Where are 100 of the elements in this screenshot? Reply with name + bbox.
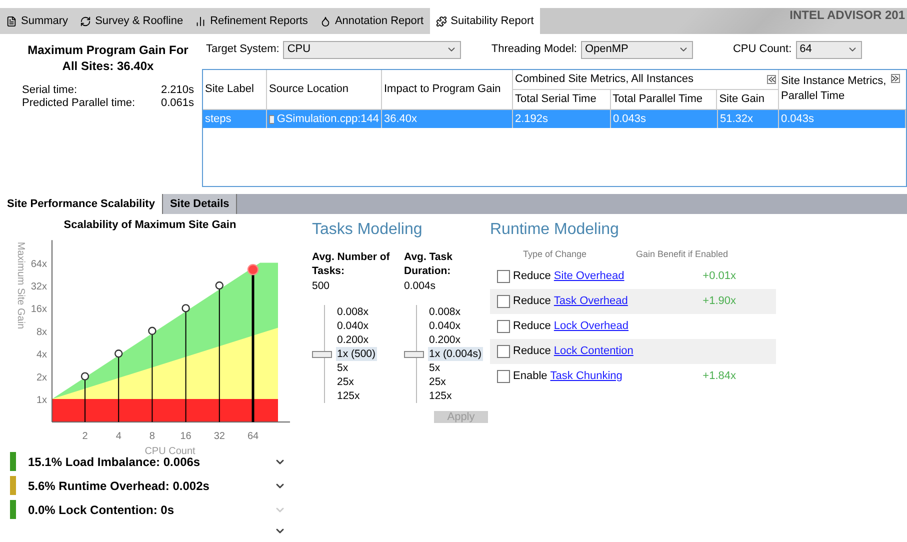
column-header[interactable]: Total Serial Time [513, 90, 611, 109]
x-tick-label: 64 [247, 430, 259, 442]
slider-tick-label: 5x [336, 360, 350, 375]
y-tick-label: 1x [36, 394, 47, 406]
option-link[interactable]: Lock Contention [554, 342, 634, 360]
x-tick-label: 32 [214, 430, 225, 442]
column-header: Type of Change [523, 248, 588, 261]
summary-title: Maximum Program Gain For All Sites: 36.40x [26, 42, 190, 74]
y-tick-label: 64x [30, 258, 47, 270]
report-tab[interactable]: Annotation Report [314, 8, 430, 34]
slider-tick-label: 0.040x [428, 318, 462, 333]
column-header[interactable]: Source Location [267, 70, 382, 109]
slider-tick-label: 0.200x [428, 332, 462, 347]
metric-text: 5.6% Runtime Overhead: 0.002s [28, 478, 210, 494]
stat-value: 2.210s [160, 84, 194, 97]
brand-text: INTEL ADVISOR 201 [790, 8, 905, 24]
option-label: Reduce [513, 318, 551, 334]
table-cell-text: 0.043s [613, 112, 646, 127]
column-header[interactable]: Site Label [203, 70, 267, 109]
option-link[interactable]: Site Overhead [554, 268, 624, 284]
y-axis-label: Maximum Site Gain [15, 241, 26, 329]
option-link[interactable]: Task Chunking [550, 368, 622, 384]
selector-label: Threading Model: [491, 42, 577, 58]
dropdown[interactable]: CPU [283, 40, 462, 58]
table-cell-text: 2.192s [515, 112, 548, 127]
dropdown[interactable]: 64 [796, 40, 862, 58]
checkbox[interactable] [497, 294, 510, 308]
metric-text: 0.0% Lock Contention: 0s [28, 502, 176, 518]
stat-label: Predicted Parallel time: [22, 97, 136, 110]
document-icon [6, 16, 17, 26]
stat-label: Serial time: [22, 84, 78, 97]
x-axis-label: CPU Count [144, 446, 196, 456]
slider-value: 500 [312, 279, 331, 294]
slider-thumb[interactable] [404, 350, 424, 358]
report-tab[interactable]: Suitability Report [430, 8, 540, 34]
section-title: Tasks Modeling [312, 220, 424, 240]
selector-label: CPU Count: [732, 42, 792, 58]
expand-icon[interactable] [891, 74, 900, 83]
report-tab[interactable]: Survey & Roofline [74, 8, 190, 34]
slider-tick-label: 25x [428, 374, 447, 389]
option-label: Reduce [513, 294, 551, 309]
checkbox[interactable] [497, 270, 510, 282]
y-tick-label: 32x [30, 281, 47, 292]
x-tick-label: 4 [116, 430, 122, 442]
option-label: Reduce [513, 344, 551, 359]
y-tick-label: 4x [36, 349, 47, 360]
bar-chart-icon [195, 16, 206, 26]
x-tick-label: 2 [82, 430, 88, 442]
checkbox[interactable] [497, 344, 510, 358]
checkbox[interactable] [497, 370, 510, 382]
column-header[interactable]: Site Gain [717, 90, 778, 109]
column-header[interactable]: Impact to Program Gain [382, 70, 513, 109]
x-tick-label: 16 [180, 430, 192, 442]
collapse-icon[interactable] [767, 74, 776, 84]
option-label: Reduce [513, 268, 551, 284]
selector-label: Target System: [206, 42, 280, 58]
metric-text: 15.1% Load Imbalance: 0.006s [28, 454, 202, 470]
slider-tick-label: 0.200x [336, 332, 370, 347]
slider-tick-label: 5x [428, 360, 442, 375]
section-title: Runtime Modeling [490, 220, 620, 240]
x-tick-label: 8 [149, 430, 155, 442]
table-cell-text: 0.043s [781, 112, 814, 127]
y-tick-label: 2x [36, 372, 47, 383]
slider-tick-label: 0.040x [336, 318, 370, 333]
slider-tick-label: 25x [336, 374, 355, 389]
source-file-icon [269, 114, 274, 124]
table-cell-text: GSimulation.cpp:144 [276, 112, 379, 127]
gain-value: +0.01x [702, 268, 736, 284]
slider-thumb[interactable] [312, 350, 332, 358]
slider-tick-label: 1x (0.004s) [428, 346, 483, 361]
slider-tick-label: 0.008x [336, 304, 370, 319]
slider-value: 0.004s [404, 279, 437, 294]
y-tick-label: 8x [36, 326, 47, 338]
dropdown[interactable]: OpenMP [580, 40, 693, 58]
option-link[interactable]: Lock Overhead [554, 318, 629, 334]
slider-label: Avg. Number of Tasks: [312, 250, 391, 278]
report-tab[interactable]: Refinement Reports [189, 8, 314, 34]
view-tab[interactable]: Site Performance Scalability [0, 194, 163, 214]
column-header: Gain Benefit if Enabled [636, 248, 728, 261]
view-tab[interactable]: Site Details [162, 194, 238, 214]
y-tick-label: 16x [30, 304, 47, 315]
table-cell-text: 36.40x [384, 112, 418, 127]
slider-tick-label: 0.008x [428, 304, 462, 319]
column-header[interactable]: Site Instance Metrics, Parallel Time [781, 74, 891, 104]
puzzle-icon [436, 16, 447, 26]
table-cell-text: steps [205, 112, 232, 127]
slider-label: Avg. Task Duration: [404, 250, 454, 278]
checkbox[interactable] [497, 320, 510, 332]
report-tab[interactable]: Summary [0, 8, 74, 34]
gain-value: +1.84x [702, 368, 736, 384]
loop-icon [80, 16, 92, 26]
option-label: Enable [513, 368, 548, 384]
chart-title: Scalability of Maximum Site Gain [64, 218, 236, 233]
gain-value: +1.90x [702, 294, 736, 309]
slider-tick-label: 125x [428, 388, 453, 403]
slider-tick-label: 1x (500) [336, 346, 377, 361]
drop-icon [320, 16, 331, 26]
column-header[interactable]: Total Parallel Time [610, 90, 718, 109]
slider-tick-label: 125x [336, 388, 361, 403]
option-link[interactable]: Task Overhead [554, 292, 628, 310]
